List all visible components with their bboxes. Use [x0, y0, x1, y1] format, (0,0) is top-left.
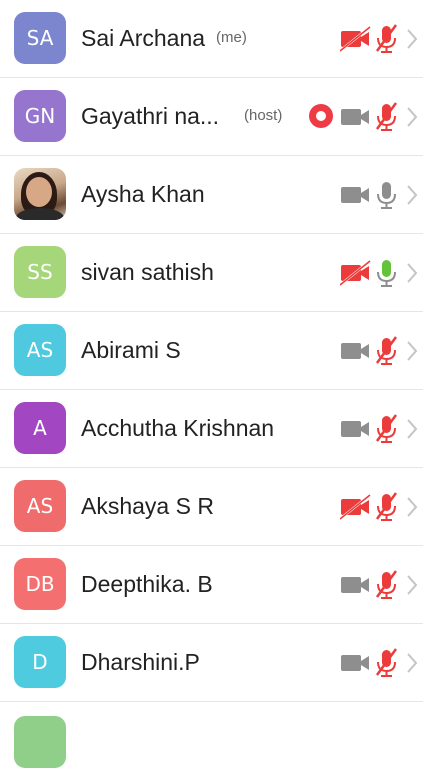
- chevron-right-icon[interactable]: [405, 104, 419, 130]
- participant-row[interactable]: [0, 702, 423, 780]
- video-icon[interactable]: [340, 179, 372, 211]
- participant-row[interactable]: SS sivan sathish: [0, 234, 423, 312]
- chevron-right-icon[interactable]: [405, 182, 419, 208]
- participant-row[interactable]: GN Gayathri na... (host): [0, 78, 423, 156]
- avatar: GN: [14, 90, 66, 142]
- avatar: D: [14, 636, 66, 688]
- chevron-right-icon[interactable]: [405, 26, 419, 52]
- participant-list: SA Sai Archana (me) GN Gayathri na... (h…: [0, 0, 423, 768]
- avatar: SA: [14, 12, 66, 64]
- video-icon[interactable]: [340, 335, 372, 367]
- participant-name: Aysha Khan: [81, 181, 205, 207]
- participant-name: sivan sathish: [81, 259, 214, 285]
- video-off-icon[interactable]: [340, 257, 372, 289]
- mic-muted-icon[interactable]: [372, 335, 400, 367]
- participant-name: Acchutha Krishnan: [81, 415, 275, 441]
- avatar: SS: [14, 246, 66, 298]
- mic-muted-icon[interactable]: [372, 569, 400, 601]
- video-off-icon[interactable]: [340, 491, 372, 523]
- video-icon[interactable]: [340, 647, 372, 679]
- participant-tag: (host): [244, 107, 283, 124]
- recording-icon: [309, 104, 333, 128]
- mic-muted-icon[interactable]: [372, 647, 400, 679]
- participant-row[interactable]: Aysha Khan: [0, 156, 423, 234]
- participant-row[interactable]: DB Deepthika. B: [0, 546, 423, 624]
- video-icon[interactable]: [340, 413, 372, 445]
- avatar: AS: [14, 480, 66, 532]
- mic-muted-icon[interactable]: [372, 491, 400, 523]
- mic-muted-icon[interactable]: [372, 413, 400, 445]
- participant-name: Gayathri na...: [81, 103, 220, 129]
- participant-row[interactable]: AS Akshaya S R: [0, 468, 423, 546]
- participant-tag: (me): [216, 29, 247, 46]
- participant-row[interactable]: D Dharshini.P: [0, 624, 423, 702]
- video-icon[interactable]: [340, 569, 372, 601]
- mic-muted-icon[interactable]: [372, 101, 400, 133]
- video-icon[interactable]: [340, 101, 372, 133]
- participant-name: Dharshini.P: [81, 649, 200, 675]
- participant-name: Akshaya S R: [81, 493, 214, 519]
- avatar: A: [14, 402, 66, 454]
- mic-active-icon[interactable]: [372, 257, 400, 289]
- participant-row[interactable]: SA Sai Archana (me): [0, 0, 423, 78]
- avatar: DB: [14, 558, 66, 610]
- participant-name: Sai Archana: [81, 25, 206, 51]
- mic-icon[interactable]: [372, 179, 400, 211]
- participant-row[interactable]: AS Abirami S: [0, 312, 423, 390]
- chevron-right-icon[interactable]: [405, 494, 419, 520]
- chevron-right-icon[interactable]: [405, 572, 419, 598]
- mic-muted-icon[interactable]: [372, 23, 400, 55]
- participant-name: Abirami S: [81, 337, 181, 363]
- avatar: AS: [14, 324, 66, 376]
- participant-name: Deepthika. B: [81, 571, 213, 597]
- chevron-right-icon[interactable]: [405, 260, 419, 286]
- avatar: [14, 716, 66, 768]
- participant-row[interactable]: A Acchutha Krishnan: [0, 390, 423, 468]
- chevron-right-icon[interactable]: [405, 416, 419, 442]
- chevron-right-icon[interactable]: [405, 650, 419, 676]
- chevron-right-icon[interactable]: [405, 338, 419, 364]
- avatar-photo: [14, 168, 66, 220]
